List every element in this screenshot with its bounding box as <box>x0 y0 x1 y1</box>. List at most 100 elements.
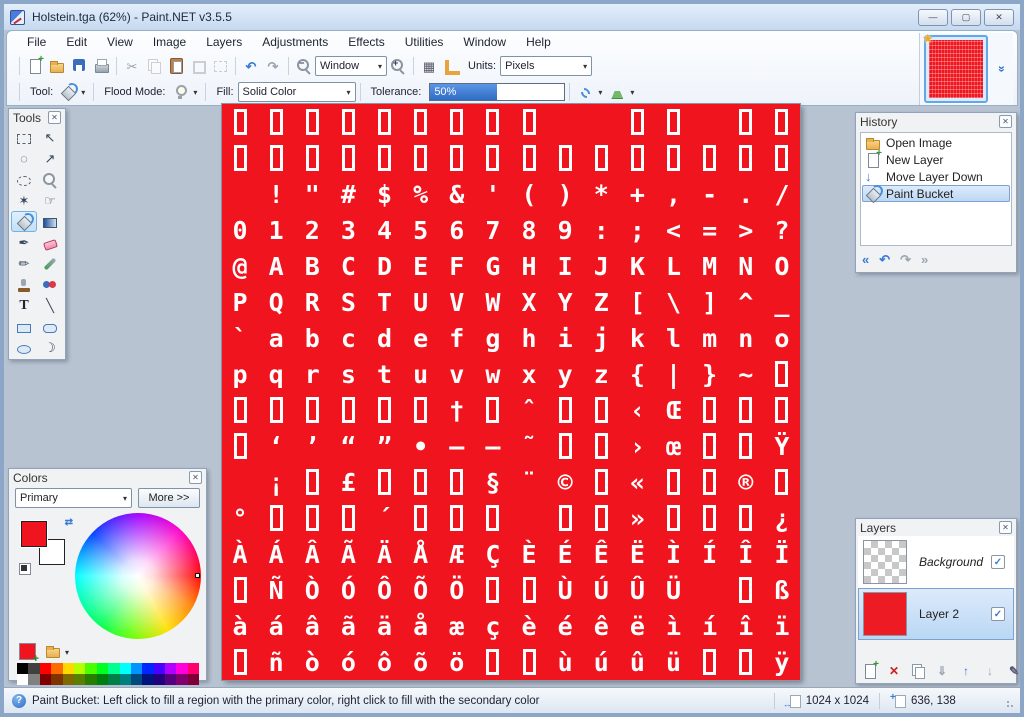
chevron-down-icon[interactable]: ▾ <box>598 88 602 97</box>
menu-adjustments[interactable]: Adjustments <box>252 32 338 52</box>
minimize-button[interactable]: — <box>918 8 948 26</box>
ellipse-tool[interactable] <box>11 337 37 358</box>
add-layer-button[interactable] <box>860 659 880 680</box>
history-item-new-layer[interactable]: New Layer <box>862 148 1010 168</box>
palette-swatch[interactable] <box>119 674 131 685</box>
layer-visibility-checkbox[interactable]: ✓ <box>991 607 1005 621</box>
chevron-down-icon[interactable]: ▾ <box>81 88 85 97</box>
palette-swatch[interactable] <box>108 674 120 685</box>
palette-swatch[interactable] <box>73 663 86 674</box>
paint-bucket-tool[interactable] <box>11 211 37 232</box>
palette-swatch[interactable] <box>130 674 143 685</box>
delete-layer-button[interactable]: ✕ <box>884 661 904 680</box>
color-mode-combobox[interactable]: Primary ▾ <box>15 488 132 508</box>
palette-swatch[interactable] <box>108 663 120 674</box>
close-icon[interactable]: ✕ <box>999 521 1012 534</box>
default-colors-icon[interactable] <box>19 563 31 575</box>
duplicate-layer-button[interactable] <box>908 661 928 680</box>
menu-layers[interactable]: Layers <box>196 32 252 52</box>
palette-swatch[interactable] <box>28 663 40 674</box>
antialiasing-button[interactable] <box>574 82 596 102</box>
palette-swatch[interactable] <box>17 663 29 674</box>
print-button[interactable] <box>90 56 112 76</box>
history-rewind-button[interactable]: « <box>862 252 869 268</box>
palette-swatch[interactable] <box>39 663 52 674</box>
zoom-mode-combobox[interactable]: Window ▾ <box>315 56 387 76</box>
canvas[interactable]: ! " # $% & ' () * +, -. / 0 1 2 3 4 5 6 7 8 9:; < = >? @ A B C D E F G H… <box>222 104 800 680</box>
swap-colors-icon[interactable]: ⇄ <box>65 517 73 528</box>
text-tool[interactable]: T <box>11 295 37 316</box>
image-thumbnail-selected[interactable]: ★ <box>922 31 988 103</box>
palette-swatch[interactable] <box>51 663 63 674</box>
image-list-chevron-button[interactable]: » <box>993 61 1011 77</box>
open-button[interactable] <box>46 56 68 76</box>
close-icon[interactable]: ✕ <box>189 471 202 484</box>
fill-style-combobox[interactable]: Solid Color ▾ <box>237 82 356 102</box>
move-selected-pixels-tool[interactable]: ↖ <box>37 127 63 148</box>
move-layer-up-button[interactable]: ↑ <box>956 661 976 680</box>
close-button[interactable]: ✕ <box>984 8 1014 26</box>
lasso-select-tool[interactable]: ◌ <box>11 148 37 169</box>
chevron-down-icon[interactable]: ▾ <box>630 88 634 97</box>
history-redo-button[interactable]: ↷ <box>900 252 911 268</box>
active-tool-button[interactable] <box>57 82 79 102</box>
gradient-tool[interactable] <box>37 211 63 232</box>
palette-swatch[interactable] <box>176 663 188 674</box>
palette-swatch[interactable] <box>96 663 109 674</box>
rectangle-select-tool[interactable] <box>11 127 37 148</box>
recolor-tool[interactable] <box>37 274 63 295</box>
maximize-button[interactable]: ▢ <box>951 8 981 26</box>
add-color-button[interactable] <box>19 643 39 665</box>
paintbrush-tool[interactable]: ✒ <box>11 232 37 253</box>
eraser-tool[interactable] <box>37 232 63 253</box>
menu-effects[interactable]: Effects <box>338 32 394 52</box>
redo-button[interactable]: ↷ <box>262 56 284 76</box>
primary-color-swatch[interactable] <box>20 520 48 548</box>
move-layer-down-button[interactable]: ↓ <box>980 661 1000 680</box>
palette-swatch[interactable] <box>119 663 131 674</box>
palette-swatch[interactable] <box>73 674 86 685</box>
chevron-down-icon[interactable]: ▾ <box>65 648 69 657</box>
copy-button[interactable] <box>143 56 165 76</box>
deselect-button[interactable] <box>209 56 231 76</box>
move-selection-tool[interactable]: ↗ <box>37 148 63 169</box>
palette-swatch[interactable] <box>51 674 63 685</box>
menu-help[interactable]: Help <box>516 32 561 52</box>
zoom-out-button[interactable]: − <box>293 56 315 76</box>
clone-stamp-tool[interactable] <box>11 274 37 295</box>
freeform-shape-tool[interactable]: ☽ <box>37 337 63 358</box>
palette-swatch[interactable] <box>153 674 166 685</box>
palette-swatch[interactable] <box>176 674 188 685</box>
merge-layer-down-button[interactable]: ⇓ <box>932 661 952 680</box>
rounded-rectangle-tool[interactable] <box>37 316 63 337</box>
tolerance-slider[interactable]: 50% <box>429 83 566 101</box>
history-palette-titlebar[interactable]: History ✕ <box>856 113 1016 130</box>
history-fast-forward-button[interactable]: » <box>921 252 928 268</box>
menu-file[interactable]: File <box>17 32 56 52</box>
menu-image[interactable]: Image <box>143 32 196 52</box>
pencil-tool[interactable]: ✏ <box>11 253 37 274</box>
flood-mode-button[interactable] <box>169 82 191 102</box>
color-picker-tool[interactable] <box>37 253 63 274</box>
palette-swatch[interactable] <box>28 674 40 685</box>
menu-view[interactable]: View <box>97 32 143 52</box>
history-item-paint-bucket[interactable]: Paint Bucket <box>862 185 1010 202</box>
palette-swatch[interactable] <box>85 674 97 685</box>
close-icon[interactable]: ✕ <box>999 115 1012 128</box>
zoom-in-button[interactable]: + <box>387 56 409 76</box>
palette-swatch[interactable] <box>17 674 29 685</box>
palette-swatch[interactable] <box>165 663 177 674</box>
chevron-down-icon[interactable]: ▾ <box>193 88 197 97</box>
palette-swatch[interactable] <box>187 663 200 674</box>
history-item-open-image[interactable]: Open Image <box>862 134 1010 151</box>
layer-row-layer-2[interactable]: Layer 2 ✓ <box>858 588 1014 640</box>
close-icon[interactable]: ✕ <box>48 111 61 124</box>
undo-button[interactable]: ↶ <box>240 56 262 76</box>
palette-swatch[interactable] <box>39 674 52 685</box>
palette-swatch[interactable] <box>62 663 74 674</box>
tools-palette-titlebar[interactable]: Tools ✕ <box>9 109 65 126</box>
zoom-tool[interactable] <box>37 169 63 190</box>
crop-to-selection-button[interactable] <box>187 56 209 76</box>
layer-row-background[interactable]: Background ✓ <box>858 536 1014 588</box>
save-button[interactable] <box>68 56 90 76</box>
